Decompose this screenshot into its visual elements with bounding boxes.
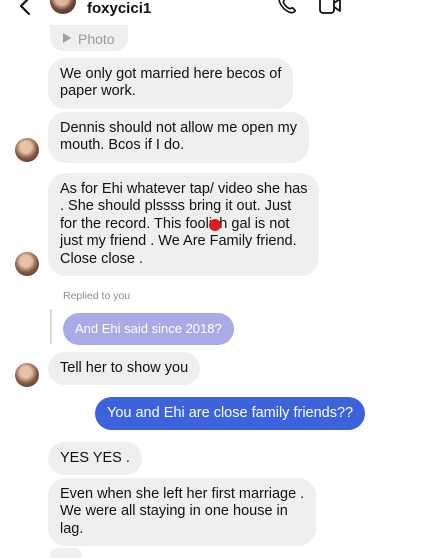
replied-to-label: Replied to you xyxy=(63,290,131,302)
message-bubble[interactable]: Even when she left her first marriage . … xyxy=(48,478,317,547)
message-bubble[interactable]: Dennis should not allow me open my mouth… xyxy=(48,112,309,163)
video-camera-icon[interactable] xyxy=(318,0,342,16)
play-icon xyxy=(63,33,71,43)
sender-avatar[interactable] xyxy=(15,252,39,276)
header-avatar[interactable] xyxy=(50,0,76,14)
message-bubble[interactable]: YES YES . xyxy=(48,442,142,476)
reply-divider xyxy=(50,309,52,344)
message-bubble-partial xyxy=(50,548,82,558)
message-bubble[interactable]: As for Ehi whatever tap/ video she has .… xyxy=(48,173,320,277)
reply-quote-bubble[interactable]: And Ehi said since 2018? xyxy=(63,313,234,345)
sender-avatar[interactable] xyxy=(15,138,39,162)
sender-avatar[interactable] xyxy=(15,363,39,387)
message-bubble[interactable]: Tell her to show you xyxy=(48,352,201,386)
chevron-left-icon[interactable] xyxy=(14,0,38,18)
message-bubble[interactable]: We only got married here becos of paper … xyxy=(48,58,294,109)
chat-username[interactable]: foxycici1 xyxy=(87,0,151,17)
photo-label: Photo xyxy=(78,31,115,47)
outgoing-message-bubble[interactable]: You and Ehi are close family friends?? xyxy=(95,397,366,431)
phone-icon[interactable] xyxy=(276,0,298,16)
red-dot-marker xyxy=(209,219,221,231)
